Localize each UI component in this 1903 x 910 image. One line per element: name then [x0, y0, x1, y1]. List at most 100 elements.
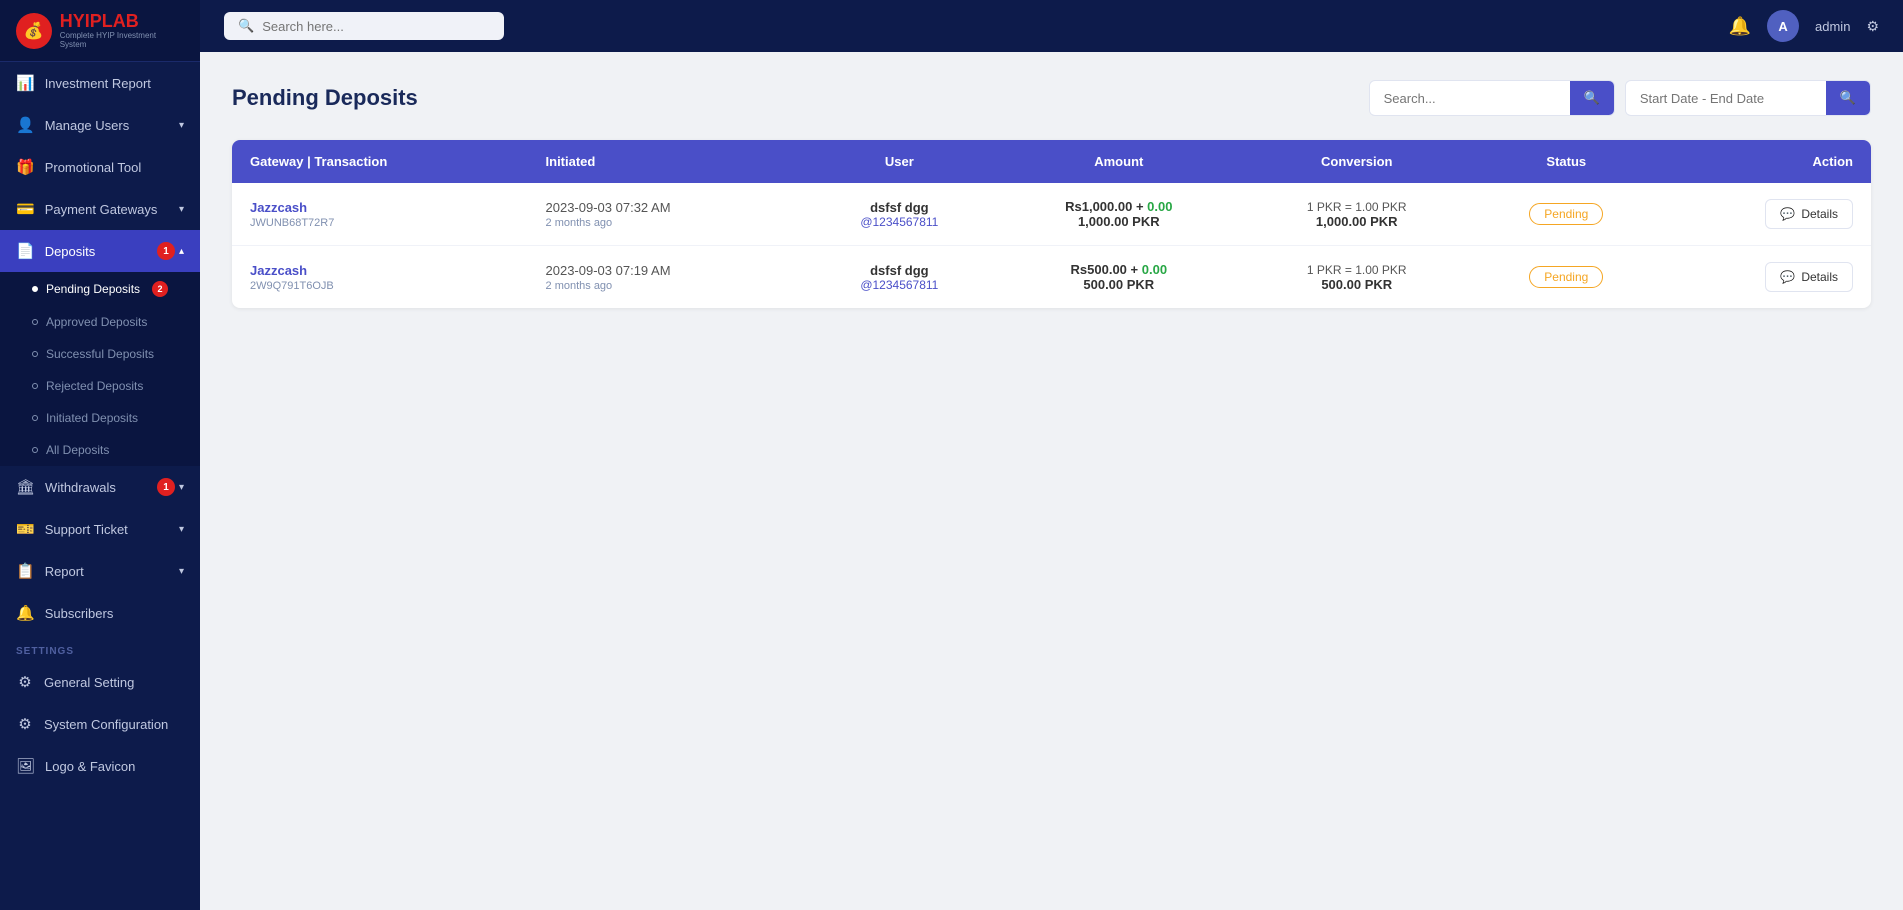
admin-gear-icon[interactable]: ⚙	[1866, 18, 1879, 35]
conversion-rate-2: 1 PKR = 1.00 PKR	[1259, 263, 1454, 277]
sidebar-item-logo-favicon[interactable]: 🖼 Logo & Favicon	[0, 745, 200, 787]
cell-amount-2: Rs500.00 + 0.00 500.00 PKR	[997, 246, 1241, 309]
transaction-id-1: JWUNB68T72R7	[250, 217, 510, 229]
table-row: Jazzcash JWUNB68T72R7 2023-09-03 07:32 A…	[232, 183, 1871, 246]
settings-label: SETTINGS	[0, 634, 200, 661]
date-range-input[interactable]	[1626, 83, 1826, 114]
rejected-deposits-label: Rejected Deposits	[46, 379, 143, 393]
search-input[interactable]	[262, 19, 490, 34]
nav-label-system-configuration: System Configuration	[44, 717, 168, 732]
sidebar-item-approved-deposits[interactable]: Approved Deposits	[0, 306, 200, 338]
cell-conversion-2: 1 PKR = 1.00 PKR 500.00 PKR	[1241, 246, 1472, 309]
nav-label-withdrawals: Withdrawals	[45, 480, 116, 495]
gateway-name-2[interactable]: Jazzcash	[250, 263, 510, 278]
chevron-down-icon-5: ▾	[179, 566, 184, 577]
nav-label-manage-users: Manage Users	[45, 118, 130, 133]
sidebar-item-withdrawals[interactable]: 🏛 Withdrawals 1 ▾	[0, 466, 200, 508]
cell-amount-1: Rs1,000.00 + 0.00 1,000.00 PKR	[997, 183, 1241, 246]
deposits-badge: 1	[157, 242, 175, 260]
gateway-name-1[interactable]: Jazzcash	[250, 200, 510, 215]
sidebar-item-report[interactable]: 📋 Report ▾	[0, 550, 200, 592]
sidebar-item-promotional-tool[interactable]: 🎁 Promotional Tool	[0, 146, 200, 188]
ticket-icon: 🎫	[16, 520, 35, 538]
logo-area: 💰 HYIPLAB Complete HYIP Investment Syste…	[0, 0, 200, 62]
conversion-rate-1: 1 PKR = 1.00 PKR	[1259, 200, 1454, 214]
col-user: User	[802, 140, 996, 183]
chevron-down-icon-2: ▾	[179, 204, 184, 215]
cell-user-2: dsfsf dgg @1234567811	[802, 246, 996, 309]
search-icon: 🔍	[238, 18, 254, 34]
date-filter-button[interactable]: 🔍	[1826, 81, 1870, 115]
approved-deposits-label: Approved Deposits	[46, 315, 147, 329]
logo-text: HYIPLAB	[60, 12, 184, 32]
document-icon: 📄	[16, 242, 35, 260]
user-handle-1[interactable]: @1234567811	[820, 215, 978, 229]
cell-initiated-1: 2023-09-03 07:32 AM 2 months ago	[528, 183, 803, 246]
deposits-table: Gateway | Transaction Initiated User Amo…	[232, 140, 1871, 308]
sidebar-item-all-deposits[interactable]: All Deposits	[0, 434, 200, 466]
nav-label-investment-report: Investment Report	[45, 76, 151, 91]
message-icon: 💬	[1780, 207, 1795, 221]
details-button-2[interactable]: 💬 Details	[1765, 262, 1853, 292]
conversion-total-2: 500.00 PKR	[1259, 277, 1454, 292]
sidebar-item-successful-deposits[interactable]: Successful Deposits	[0, 338, 200, 370]
sidebar-item-support-ticket[interactable]: 🎫 Support Ticket ▾	[0, 508, 200, 550]
deposits-submenu: Pending Deposits 2 Approved Deposits Suc…	[0, 272, 200, 466]
message-icon-2: 💬	[1780, 270, 1795, 284]
sidebar-item-initiated-deposits[interactable]: Initiated Deposits	[0, 402, 200, 434]
initiated-ago-1: 2 months ago	[546, 217, 785, 229]
sidebar-item-payment-gateways[interactable]: 💳 Payment Gateways ▾	[0, 188, 200, 230]
amount-main-2: Rs500.00 + 0.00	[1015, 262, 1223, 277]
cog-icon: ⚙	[16, 715, 34, 733]
cell-user-1: dsfsf dgg @1234567811	[802, 183, 996, 246]
dot-icon-4	[32, 383, 38, 389]
nav-label-report: Report	[45, 564, 84, 579]
amount-pkr-1: 1,000.00 PKR	[1015, 214, 1223, 229]
bell-icon: 🔔	[16, 604, 35, 622]
cell-gateway-1: Jazzcash JWUNB68T72R7	[232, 183, 528, 246]
deposits-table-container: Gateway | Transaction Initiated User Amo…	[232, 140, 1871, 308]
table-search-input[interactable]	[1370, 83, 1570, 114]
pending-deposits-label: Pending Deposits	[46, 282, 140, 296]
conversion-total-1: 1,000.00 PKR	[1259, 214, 1454, 229]
nav-label-promotional-tool: Promotional Tool	[45, 160, 142, 175]
image-icon: 🖼	[16, 757, 35, 775]
dot-icon-5	[32, 415, 38, 421]
details-button-1[interactable]: 💬 Details	[1765, 199, 1853, 229]
sidebar-item-investment-report[interactable]: 📊 Investment Report	[0, 62, 200, 104]
initiated-ago-2: 2 months ago	[546, 280, 785, 292]
col-gateway-transaction: Gateway | Transaction	[232, 140, 528, 183]
notification-bell-icon[interactable]: 🔔	[1729, 16, 1751, 37]
chevron-up-icon: ▴	[179, 246, 184, 257]
sidebar-item-subscribers[interactable]: 🔔 Subscribers	[0, 592, 200, 634]
sidebar-item-pending-deposits[interactable]: Pending Deposits 2	[0, 272, 200, 306]
search-box[interactable]: 🔍	[224, 12, 504, 40]
sidebar-item-manage-users[interactable]: 👤 Manage Users ▾	[0, 104, 200, 146]
initiated-deposits-label: Initiated Deposits	[46, 411, 138, 425]
amount-zero-1: 0.00	[1147, 199, 1172, 214]
date-filter: 🔍	[1625, 80, 1871, 116]
avatar: A	[1767, 10, 1799, 42]
cell-action-2: 💬 Details	[1660, 246, 1871, 309]
user-handle-2[interactable]: @1234567811	[820, 278, 978, 292]
status-badge-2: Pending	[1529, 266, 1603, 288]
sidebar-item-general-setting[interactable]: ⚙ General Setting	[0, 661, 200, 703]
topbar: 🔍 🔔 A admin ⚙	[200, 0, 1903, 52]
table-row: Jazzcash 2W9Q791T6OJB 2023-09-03 07:19 A…	[232, 246, 1871, 309]
chevron-down-icon-4: ▾	[179, 524, 184, 535]
nav-label-general-setting: General Setting	[44, 675, 134, 690]
cell-gateway-2: Jazzcash 2W9Q791T6OJB	[232, 246, 528, 309]
all-deposits-label: All Deposits	[46, 443, 109, 457]
main-nav: 📊 Investment Report 👤 Manage Users ▾ 🎁 P…	[0, 62, 200, 787]
pending-deposits-badge: 2	[152, 281, 168, 297]
sidebar-item-system-configuration[interactable]: ⚙ System Configuration	[0, 703, 200, 745]
table-body: Jazzcash JWUNB68T72R7 2023-09-03 07:32 A…	[232, 183, 1871, 308]
col-initiated: Initiated	[528, 140, 803, 183]
sidebar-item-rejected-deposits[interactable]: Rejected Deposits	[0, 370, 200, 402]
sidebar-item-deposits[interactable]: 📄 Deposits 1 ▴	[0, 230, 200, 272]
nav-label-support-ticket: Support Ticket	[45, 522, 128, 537]
amount-zero-2: 0.00	[1142, 262, 1167, 277]
filter-area: 🔍 🔍	[1369, 80, 1871, 116]
logo-icon: 💰	[16, 13, 52, 49]
search-filter-button[interactable]: 🔍	[1570, 81, 1614, 115]
